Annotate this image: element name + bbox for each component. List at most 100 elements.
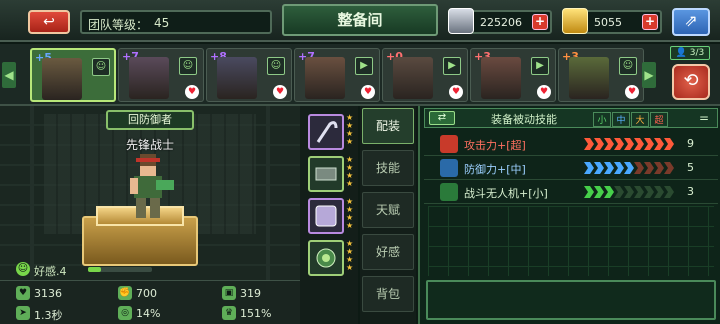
level-arrow — [644, 186, 654, 198]
level-arrow — [614, 138, 624, 150]
skill-name: 战斗无人机+[小] — [464, 187, 548, 200]
smile-icon: ☺ — [16, 262, 30, 276]
hero-portrait — [305, 57, 345, 99]
hero-card[interactable]: +3☺♥ — [558, 48, 644, 102]
tab-loadout[interactable]: 配装 — [362, 108, 414, 144]
role-tag: 回防御者 — [106, 110, 194, 130]
drone-icon — [440, 183, 458, 201]
size-legend: 小中大超 — [593, 112, 669, 127]
skill-name: 攻击力+[超] — [464, 139, 526, 152]
stat-attack-value: 700 — [136, 287, 157, 300]
top-bar: ↩ 团队等级： 45 整备间 225206 + 5055 + ⇗ — [0, 0, 720, 42]
size-large: 大 — [631, 112, 649, 127]
hero-roster: ◀ +5☺+7☺♥+8☺♥+7▶♥+0▶♥+3▶♥+3☺♥ ▶ 👤 3/3 ⟲ — [0, 44, 720, 106]
back-button[interactable]: ↩ — [28, 10, 70, 34]
gold-value: 5055 — [594, 16, 622, 29]
level-arrow — [634, 138, 644, 150]
hero-portrait — [569, 57, 609, 99]
equip-slot-chip[interactable] — [308, 240, 344, 276]
person-icon: ☺ — [92, 58, 110, 76]
heart-icon: ♥ — [185, 85, 199, 99]
level-arrow — [614, 186, 624, 198]
person-icon: ☺ — [619, 57, 637, 75]
skill-count: 3 — [687, 185, 694, 198]
tab-skills[interactable]: 技能 — [362, 150, 414, 186]
level-arrow — [664, 162, 674, 174]
level-arrow — [624, 186, 634, 198]
heart-icon: ♥ — [625, 85, 639, 99]
defense-up-icon — [440, 159, 458, 177]
level-arrow — [664, 186, 674, 198]
level-arrow — [594, 162, 604, 174]
equipment-column: ★ ★ ★ ★ ★ ★ ★ ★ ★ ★ ★ ★ ★ ★ ★ ★ — [300, 106, 358, 324]
level-arrow — [634, 162, 644, 174]
hero-portrait — [481, 57, 521, 99]
hero-card[interactable]: +7▶♥ — [294, 48, 380, 102]
skill-row: 攻击力+[超] 9 — [424, 132, 718, 156]
hero-card[interactable]: +5☺ — [30, 48, 116, 102]
crit-icon: ◎ — [118, 306, 132, 320]
equip-stars: ★ ★ ★ ★ — [346, 113, 354, 146]
team-level-label: 团队等级： — [88, 18, 149, 32]
chip-icon — [316, 248, 336, 268]
affinity-bar-fill — [88, 267, 101, 272]
size-super: 超 — [650, 112, 668, 127]
heart-icon: ♥ — [537, 85, 551, 99]
swap-icon: ⟲ — [683, 70, 699, 91]
crown-icon: ♛ — [222, 306, 236, 320]
add-gold-button[interactable]: + — [642, 14, 658, 30]
roster-next-button[interactable]: ▶ — [642, 62, 656, 88]
armor-icon: ▣ — [222, 286, 236, 300]
share-icon: ⇗ — [684, 11, 698, 30]
affinity-bar — [88, 267, 152, 272]
person-icon: ☺ — [267, 57, 285, 75]
size-medium: 中 — [612, 112, 630, 127]
level-arrow — [644, 162, 654, 174]
level-arrow — [634, 186, 644, 198]
hero-sprite[interactable] — [118, 150, 178, 222]
vehicle-icon: ▶ — [443, 57, 461, 75]
hook-icon — [316, 121, 338, 143]
heart-icon: ♥ — [273, 85, 287, 99]
skills-title: 装备被动技能 — [491, 113, 557, 126]
equip-slot-weapon[interactable] — [308, 114, 344, 150]
stat-crit-damage-value: 151% — [240, 307, 272, 320]
swap-arrows-icon[interactable]: ⇄ — [429, 111, 455, 125]
add-silver-button[interactable]: + — [532, 14, 548, 30]
page-title: 整备间 — [282, 4, 438, 36]
gold-bar-icon — [562, 8, 588, 34]
equip-slot-shield[interactable] — [308, 198, 344, 234]
skill-name: 防御力+[中] — [464, 163, 526, 176]
vehicle-icon: ▶ — [531, 57, 549, 75]
tab-backpack[interactable]: 背包 — [362, 276, 414, 312]
skill-count: 5 — [687, 161, 694, 174]
vehicle-icon: ▶ — [355, 57, 373, 75]
tab-talent[interactable]: 天赋 — [362, 192, 414, 228]
share-button[interactable]: ⇗ — [672, 8, 710, 36]
gold-resource: 5055 + — [562, 8, 662, 34]
tab-affinity[interactable]: 好感 — [362, 234, 414, 270]
stat-crit-value: 14% — [136, 307, 161, 320]
attack-icon: ✊ — [118, 286, 132, 300]
skill-row: 防御力+[中] 5 — [424, 156, 718, 180]
hero-card[interactable]: +0▶♥ — [382, 48, 468, 102]
hero-card[interactable]: +8☺♥ — [206, 48, 292, 102]
back-arrow-icon: ↩ — [43, 14, 55, 30]
level-arrow — [584, 162, 594, 174]
level-arrow — [584, 138, 594, 150]
hero-card[interactable]: +3▶♥ — [470, 48, 556, 102]
shield-box-icon — [315, 205, 337, 227]
heart-icon: ♥ — [361, 85, 375, 99]
hero-portrait — [393, 57, 433, 99]
affinity-label: 好感.4 — [34, 265, 67, 278]
skills-header: ⇄ 装备被动技能 小中大超 = — [424, 108, 718, 128]
person-icon: ☺ — [179, 57, 197, 75]
hero-card[interactable]: +7☺♥ — [118, 48, 204, 102]
equip-slot-armor[interactable] — [308, 156, 344, 192]
stats-panel: ♥ 3136 ✊ 700 ▣ 319 ➤ 1.3秒 ◎ 14% ♛ 151% — [0, 280, 320, 324]
roster-prev-button[interactable]: ◀ — [2, 62, 16, 88]
speed-icon: ➤ — [16, 306, 30, 320]
swap-team-button[interactable]: ⟲ — [672, 64, 710, 100]
level-arrow — [664, 138, 674, 150]
attack-up-icon — [440, 135, 458, 153]
